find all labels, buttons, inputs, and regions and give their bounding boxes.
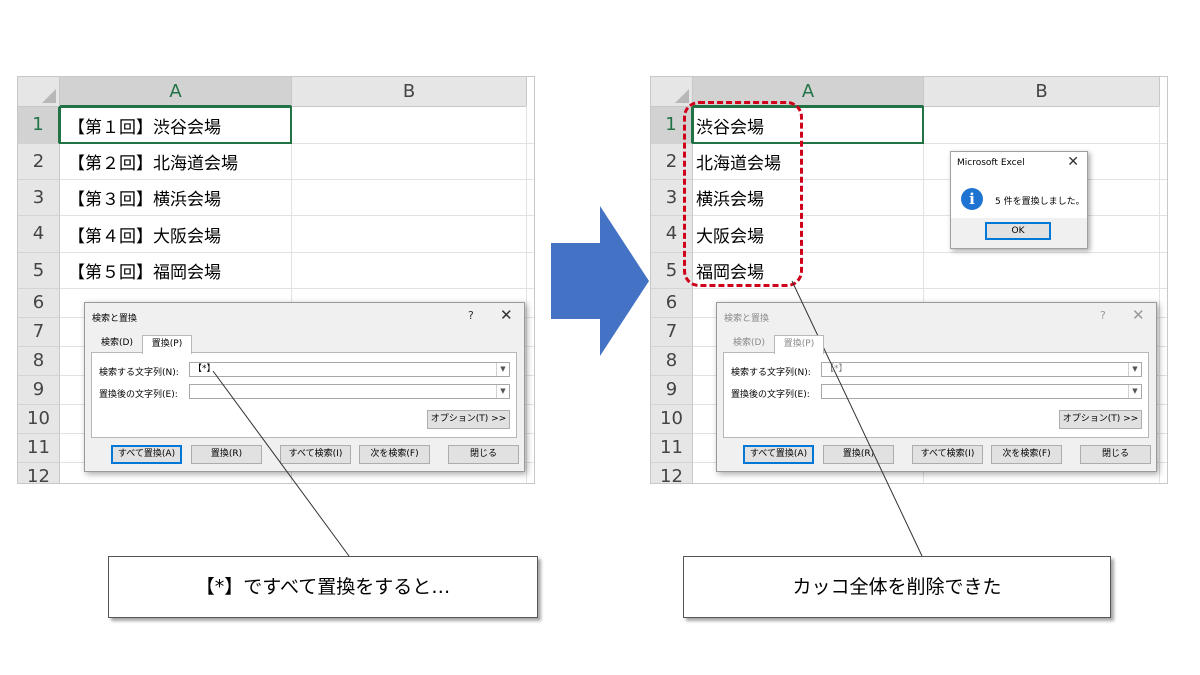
chevron-down-icon[interactable]: ▼ [496,385,509,398]
dialog-title: 検索と置換 [92,314,138,324]
replace-input[interactable]: ▼ [821,384,1142,399]
find-label: 検索する文字列(N): [731,368,811,378]
cell-a5[interactable]: 【第５回】福岡会場 [68,258,221,283]
row-header-1[interactable]: 1 [18,107,60,144]
find-label: 検索する文字列(N): [99,368,179,378]
active-cell-border [59,106,292,144]
find-all-button[interactable]: すべて検索(I) [912,445,983,464]
ok-button[interactable]: OK [985,222,1051,240]
close-icon[interactable]: ✕ [1132,306,1145,324]
arrow-right-icon [551,206,649,356]
find-next-button[interactable]: 次を検索(F) [359,445,430,464]
row-header-6[interactable]: 6 [651,289,693,318]
row-header-7[interactable]: 7 [651,318,693,347]
corner-triangle-icon [42,89,56,103]
row-header-8[interactable]: 8 [18,347,60,376]
message-box-title: Microsoft Excel [957,158,1025,168]
chevron-down-icon[interactable]: ▼ [1128,385,1141,398]
column-header-b[interactable]: B [924,77,1160,107]
chevron-down-icon[interactable]: ▼ [1128,363,1141,376]
replace-all-button[interactable]: すべて置換(A) [743,445,814,464]
replace-label: 置換後の文字列(E): [731,390,810,400]
close-button[interactable]: 閉じる [448,445,519,464]
find-all-button[interactable]: すべて検索(I) [280,445,351,464]
find-replace-dialog: 検索と置換 ? ✕ 検索(D) 置換(P) 検索する文字列(N): 【*】 ▼ … [84,302,525,472]
find-replace-dialog: 検索と置換 ? ✕ 検索(D) 置換(P) 検索する文字列(N): 【*】 ▼ … [716,302,1157,472]
help-icon[interactable]: ? [1100,309,1106,322]
message-box: Microsoft Excel ✕ i 5 件を置換しました。 OK [950,151,1088,249]
column-header-b[interactable]: B [292,77,527,107]
find-input[interactable]: 【*】 ▼ [821,362,1142,377]
corner-triangle-icon [675,89,689,103]
close-icon[interactable]: ✕ [500,306,513,324]
help-icon[interactable]: ? [468,309,474,322]
column-divider [526,106,527,483]
row-header-11[interactable]: 11 [651,434,693,463]
replace-button[interactable]: 置換(R) [823,445,894,464]
row-header-9[interactable]: 9 [651,376,693,405]
options-button[interactable]: オプション(T) >> [427,410,510,429]
cell-a4[interactable]: 【第４回】大阪会場 [68,222,221,247]
cell-a3[interactable]: 【第３回】横浜会場 [68,185,221,210]
column-header-a[interactable]: A [60,77,292,107]
row-header-3[interactable]: 3 [18,180,60,216]
select-all-corner[interactable] [18,77,60,107]
row-header-8[interactable]: 8 [651,347,693,376]
close-button[interactable]: 閉じる [1080,445,1151,464]
column-divider [1159,106,1160,483]
tab-replace[interactable]: 置換(P) [142,335,192,354]
callout-left: 【*】ですべて置換をすると… [108,556,538,618]
info-icon: i [961,188,983,210]
options-button[interactable]: オプション(T) >> [1059,410,1142,429]
find-input[interactable]: 【*】 ▼ [189,362,510,377]
row-header-5[interactable]: 5 [18,253,60,289]
callout-right: カッコ全体を削除できた [683,556,1111,618]
chevron-down-icon[interactable]: ▼ [496,363,509,376]
find-input-value: 【*】 [825,364,848,374]
row-header-6[interactable]: 6 [18,289,60,318]
row-header-10[interactable]: 10 [651,405,693,434]
tab-replace[interactable]: 置換(P) [774,335,824,354]
select-all-corner[interactable] [651,77,693,107]
row-header-12[interactable]: 12 [651,463,693,483]
replace-all-button[interactable]: すべて置換(A) [111,445,182,464]
cell-a2[interactable]: 【第２回】北海道会場 [68,149,238,174]
replace-label: 置換後の文字列(E): [99,390,178,400]
row-header-10[interactable]: 10 [18,405,60,434]
highlight-box [683,101,803,287]
row-header-12[interactable]: 12 [18,463,60,483]
find-next-button[interactable]: 次を検索(F) [991,445,1062,464]
row-header-9[interactable]: 9 [18,376,60,405]
replace-input[interactable]: ▼ [189,384,510,399]
row-header-7[interactable]: 7 [18,318,60,347]
close-icon[interactable]: ✕ [1067,154,1079,170]
row-header-4[interactable]: 4 [18,216,60,253]
dialog-title: 検索と置換 [724,314,770,324]
row-header-11[interactable]: 11 [18,434,60,463]
replace-button[interactable]: 置換(R) [191,445,262,464]
message-text: 5 件を置換しました。 [995,197,1085,207]
row-header-2[interactable]: 2 [18,144,60,180]
tab-find[interactable]: 検索(D) [93,335,141,352]
find-input-value: 【*】 [193,364,216,374]
tab-find[interactable]: 検索(D) [725,335,773,352]
